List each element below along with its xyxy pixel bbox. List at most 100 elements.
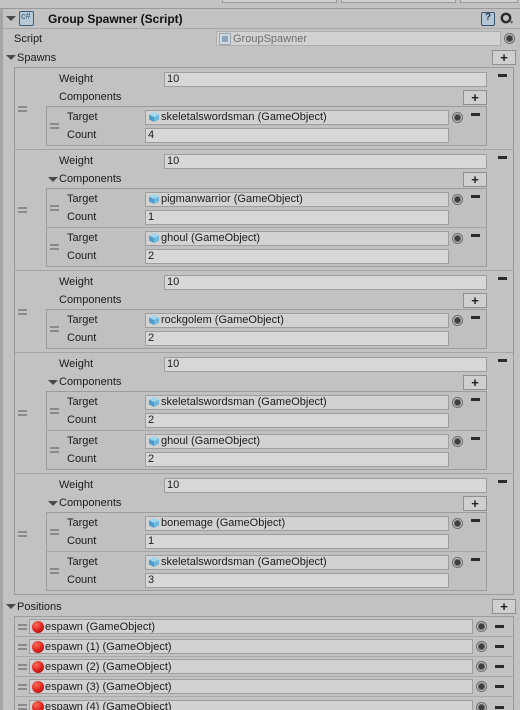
weight-input[interactable]: 10 xyxy=(164,153,487,169)
target-object-picker[interactable] xyxy=(451,193,464,206)
components-add-button[interactable]: + xyxy=(463,495,487,511)
position-object-picker[interactable] xyxy=(475,701,488,710)
spawn-drag-handle[interactable] xyxy=(15,353,29,473)
target-object-field[interactable]: skeletalswordsman (GameObject) xyxy=(145,554,449,570)
count-input[interactable]: 1 xyxy=(145,209,449,225)
spawn-remove-button[interactable] xyxy=(491,271,513,286)
position-object-field[interactable]: espawn (1) (GameObject) xyxy=(29,639,473,654)
components-array-header[interactable]: Components + xyxy=(29,88,491,106)
spawn-remove-button[interactable] xyxy=(491,474,513,489)
position-remove-button[interactable] xyxy=(488,619,510,634)
weight-input[interactable]: 10 xyxy=(164,356,487,372)
position-object-field[interactable]: espawn (2) (GameObject) xyxy=(29,659,473,674)
target-object-field[interactable]: rockgolem (GameObject) xyxy=(145,312,449,328)
component-remove-button[interactable] xyxy=(464,310,486,325)
count-input[interactable]: 2 xyxy=(145,412,449,428)
component-drag-handle[interactable] xyxy=(47,107,61,145)
position-drag-handle[interactable] xyxy=(15,623,29,630)
component-remove-button[interactable] xyxy=(464,552,486,567)
components-array-header[interactable]: Components + xyxy=(29,373,491,391)
positions-add-button[interactable]: + xyxy=(492,599,516,614)
count-input[interactable]: 2 xyxy=(145,248,449,264)
components-array-header[interactable]: Components + xyxy=(29,170,491,188)
component-drag-handle[interactable] xyxy=(47,310,61,348)
spawns-add-button[interactable]: + xyxy=(492,50,516,65)
target-object-field[interactable]: skeletalswordsman (GameObject) xyxy=(145,394,449,410)
target-object-picker[interactable] xyxy=(451,435,464,448)
components-add-button[interactable]: + xyxy=(463,292,487,308)
count-input[interactable]: 1 xyxy=(145,533,449,549)
spawn-remove-button[interactable] xyxy=(491,353,513,368)
position-object-picker[interactable] xyxy=(475,660,488,673)
component-remove-button[interactable] xyxy=(464,228,486,243)
spawn-remove-button[interactable] xyxy=(491,150,513,165)
target-object-field[interactable]: ghoul (GameObject) xyxy=(145,433,449,449)
position-remove-button[interactable] xyxy=(488,659,510,674)
spawns-array-header[interactable]: Spawns + xyxy=(0,48,520,67)
position-remove-button[interactable] xyxy=(488,700,510,710)
component-remove-button[interactable] xyxy=(464,431,486,446)
position-drag-handle[interactable] xyxy=(15,704,29,710)
help-icon[interactable] xyxy=(481,11,495,26)
position-drag-handle[interactable] xyxy=(15,683,29,690)
component-remove-button[interactable] xyxy=(464,392,486,407)
position-drag-handle[interactable] xyxy=(15,663,29,670)
position-object-field[interactable]: espawn (3) (GameObject) xyxy=(29,679,473,694)
count-input[interactable]: 2 xyxy=(145,330,449,346)
component-entry: Target bonemage (GameObject) Count 1 xyxy=(47,513,486,552)
component-foldout-icon[interactable] xyxy=(4,12,17,25)
target-object-field[interactable]: bonemage (GameObject) xyxy=(145,515,449,531)
component-drag-handle[interactable] xyxy=(47,189,61,227)
count-input[interactable]: 3 xyxy=(145,572,449,588)
component-header[interactable]: Group Spawner (Script) xyxy=(0,9,520,29)
target-object-picker[interactable] xyxy=(451,111,464,124)
target-object-field[interactable]: skeletalswordsman (GameObject) xyxy=(145,109,449,125)
spawn-drag-handle[interactable] xyxy=(15,150,29,270)
weight-input[interactable]: 10 xyxy=(164,274,487,290)
weight-input[interactable]: 10 xyxy=(164,71,487,87)
components-foldout-icon[interactable] xyxy=(46,173,59,186)
positions-array-header[interactable]: Positions + xyxy=(0,597,520,616)
target-object-picker[interactable] xyxy=(451,556,464,569)
position-remove-button[interactable] xyxy=(488,639,510,654)
target-object-field[interactable]: ghoul (GameObject) xyxy=(145,230,449,246)
components-array-header[interactable]: Components + xyxy=(29,291,491,309)
position-object-picker[interactable] xyxy=(475,620,488,633)
position-remove-button[interactable] xyxy=(488,679,510,694)
components-add-button[interactable]: + xyxy=(463,89,487,105)
components-add-button[interactable]: + xyxy=(463,374,487,390)
component-remove-button[interactable] xyxy=(464,513,486,528)
count-input[interactable]: 4 xyxy=(145,127,449,143)
count-input[interactable]: 2 xyxy=(145,451,449,467)
component-drag-handle[interactable] xyxy=(47,513,61,551)
spawn-drag-handle[interactable] xyxy=(15,68,29,149)
component-drag-handle[interactable] xyxy=(47,228,61,266)
component-drag-handle[interactable] xyxy=(47,392,61,430)
positions-foldout-icon[interactable] xyxy=(4,600,17,613)
components-foldout-icon[interactable] xyxy=(46,497,59,510)
position-drag-handle[interactable] xyxy=(15,643,29,650)
spawn-drag-handle[interactable] xyxy=(15,474,29,594)
position-object-field[interactable]: espawn (GameObject) xyxy=(29,619,473,634)
spawn-drag-handle[interactable] xyxy=(15,271,29,352)
target-object-picker[interactable] xyxy=(451,396,464,409)
count-row: Count 2 xyxy=(61,247,464,265)
position-object-picker[interactable] xyxy=(475,640,488,653)
target-object-picker[interactable] xyxy=(451,314,464,327)
weight-input[interactable]: 10 xyxy=(164,477,487,493)
component-remove-button[interactable] xyxy=(464,107,486,122)
spawns-foldout-icon[interactable] xyxy=(4,51,17,64)
component-drag-handle[interactable] xyxy=(47,431,61,469)
position-object-picker[interactable] xyxy=(475,680,488,693)
target-object-field[interactable]: pigmanwarrior (GameObject) xyxy=(145,191,449,207)
components-array-header[interactable]: Components + xyxy=(29,494,491,512)
spawn-remove-button[interactable] xyxy=(491,68,513,83)
component-drag-handle[interactable] xyxy=(47,552,61,590)
target-object-picker[interactable] xyxy=(451,232,464,245)
components-foldout-icon[interactable] xyxy=(46,376,59,389)
gear-icon[interactable] xyxy=(500,12,514,26)
target-object-picker[interactable] xyxy=(451,517,464,530)
position-object-field[interactable]: espawn (4) (GameObject) xyxy=(29,699,473,710)
components-add-button[interactable]: + xyxy=(463,171,487,187)
component-remove-button[interactable] xyxy=(464,189,486,204)
